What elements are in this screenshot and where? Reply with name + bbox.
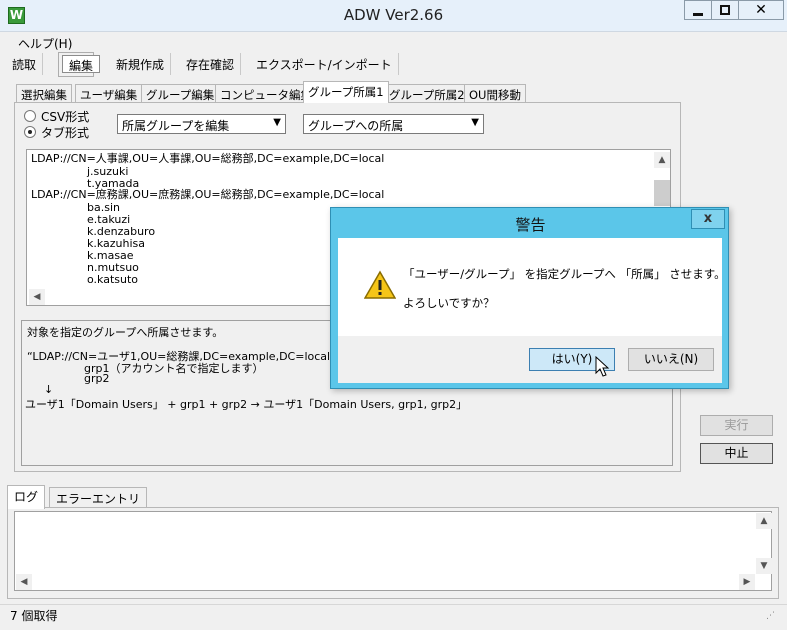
- dialog-message: 「ユーザー/グループ」 を指定グループへ 「所属」 させます。: [403, 267, 726, 281]
- chevron-down-icon: ▼: [273, 117, 281, 128]
- minimize-icon: [693, 13, 703, 16]
- toolbar-read[interactable]: 読取: [6, 53, 44, 75]
- resize-grip-icon[interactable]: ⋰: [766, 611, 775, 621]
- mouse-cursor-icon: [595, 356, 610, 377]
- status-bar: 7 個取得 ⋰: [0, 604, 787, 630]
- description-line: grp1（アカウント名で指定します）: [84, 362, 264, 375]
- toolbar-edit[interactable]: 編集: [62, 55, 101, 73]
- scroll-up-icon[interactable]: ▲: [756, 513, 772, 529]
- no-button[interactable]: いいえ(N): [628, 348, 714, 371]
- tab-error-entry[interactable]: エラーエントリ: [49, 487, 148, 507]
- scroll-left-icon[interactable]: ◀: [29, 289, 45, 305]
- tab-group-edit[interactable]: グループ編集: [141, 84, 220, 102]
- stop-button[interactable]: 中止: [700, 443, 773, 464]
- minimize-button[interactable]: [684, 0, 712, 20]
- tab-select-edit[interactable]: 選択編集: [16, 84, 72, 102]
- vertical-scrollbar-thumb[interactable]: [654, 180, 670, 206]
- tab-format-label: タブ形式: [41, 126, 90, 140]
- menu-help[interactable]: ヘルプ(H): [18, 35, 72, 52]
- scroll-left-icon[interactable]: ◀: [16, 574, 32, 590]
- csv-radio[interactable]: [24, 110, 36, 122]
- chevron-down-icon: ▼: [471, 117, 479, 128]
- window-title: ADW Ver2.66: [343, 6, 444, 24]
- dialog-close-button[interactable]: x: [691, 209, 725, 229]
- maximize-button[interactable]: [711, 0, 739, 20]
- toolbar-new[interactable]: 新規作成: [110, 53, 172, 75]
- mode-select[interactable]: 所属グループを編集 ▼: [117, 114, 286, 134]
- list-item: LDAP://CN=人事課,OU=人事課,OU=総務部,DC=example,D…: [31, 152, 385, 165]
- mode-select-value: 所属グループを編集: [122, 119, 230, 133]
- description-line: 対象を指定のグループへ所属させます。: [27, 326, 224, 339]
- warning-icon: [364, 270, 396, 299]
- tab-format-radio[interactable]: [24, 126, 36, 138]
- target-select-value: グループへの所属: [308, 119, 404, 133]
- close-button[interactable]: ✕: [738, 0, 784, 20]
- tab-group-membership-1[interactable]: グループ所属1: [303, 81, 389, 103]
- list-item: LDAP://CN=庶務課,OU=庶務課,OU=総務部,DC=example,D…: [31, 188, 385, 201]
- list-item: o.katsuto: [87, 273, 139, 286]
- tab-log[interactable]: ログ: [7, 485, 46, 509]
- toolbar-export-import[interactable]: エクスポート/インポート: [250, 53, 399, 75]
- target-select[interactable]: グループへの所属 ▼: [303, 114, 484, 134]
- description-line: grp2: [84, 372, 110, 385]
- run-button[interactable]: 実行: [700, 415, 773, 436]
- scroll-right-icon[interactable]: ▶: [739, 574, 755, 590]
- tab-user-edit[interactable]: ユーザ編集: [75, 84, 143, 102]
- status-text: 7 個取得: [10, 609, 58, 623]
- warning-dialog: 警告 x 「ユーザー/グループ」 を指定グループへ 「所属」 させます。 よろし…: [330, 207, 729, 389]
- tab-ou-move[interactable]: OU間移動: [464, 84, 526, 102]
- tab-computer-edit[interactable]: コンピュータ編集: [215, 84, 317, 102]
- tab-group-membership-2[interactable]: グループ所属2: [384, 84, 470, 102]
- scroll-up-icon[interactable]: ▲: [654, 152, 670, 168]
- scroll-down-icon[interactable]: ▼: [756, 558, 772, 574]
- dialog-title: 警告: [515, 216, 546, 234]
- csv-label: CSV形式: [41, 110, 90, 124]
- toolbar-exists[interactable]: 存在確認: [180, 53, 242, 75]
- close-icon: ✕: [755, 2, 767, 18]
- dialog-footer: はい(Y) いいえ(N): [338, 336, 722, 383]
- maximize-icon: [720, 5, 730, 15]
- description-line: ユーザ1「Domain Users」 + grp1 + grp2 → ユーザ1「…: [25, 398, 468, 411]
- log-text-area[interactable]: ▲ ▼ ◀ ▶: [14, 511, 772, 591]
- description-arrow: ↓: [44, 383, 54, 396]
- dialog-question: よろしいですか？: [403, 296, 495, 310]
